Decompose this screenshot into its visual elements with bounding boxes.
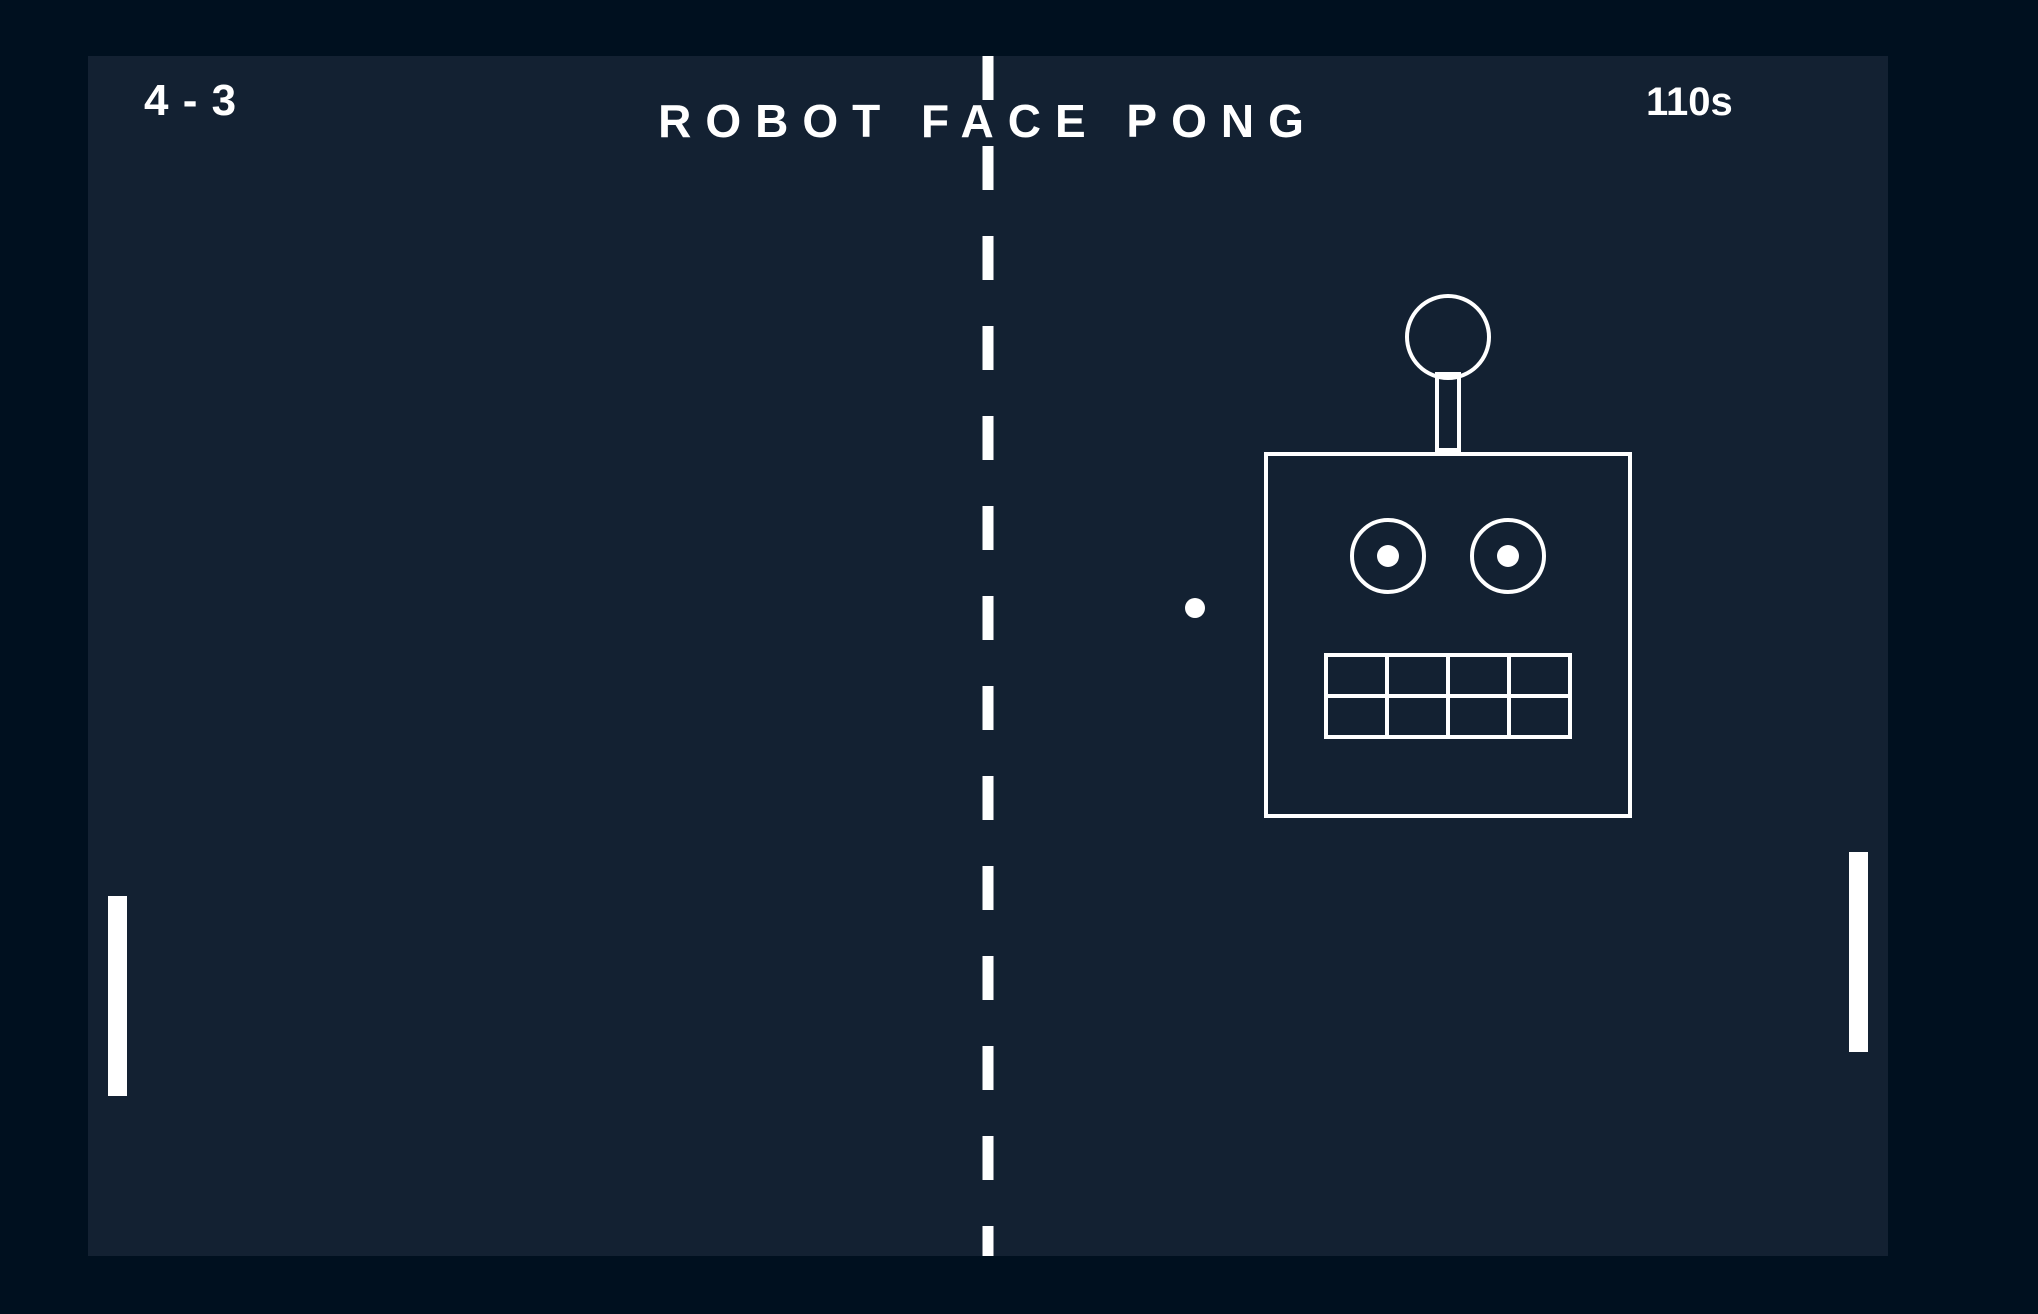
timer-display: 110s	[1646, 80, 1733, 124]
robot-mouth	[1324, 653, 1572, 739]
robot-antenna-stem	[1435, 372, 1461, 452]
right-paddle[interactable]	[1849, 852, 1868, 1052]
game-title: ROBOT FACE PONG	[658, 95, 1318, 147]
court-graphics	[108, 56, 1868, 1256]
robot-right-eye	[1470, 518, 1546, 594]
robot-left-eye	[1350, 518, 1426, 594]
ball	[1185, 598, 1205, 618]
robot-face	[1264, 294, 1632, 818]
game-court[interactable]: 4 - 3 ROBOT FACE PONG 110s	[88, 56, 1888, 1256]
left-paddle[interactable]	[108, 896, 127, 1096]
robot-head	[1264, 452, 1632, 818]
robot-antenna-tip	[1405, 294, 1491, 380]
